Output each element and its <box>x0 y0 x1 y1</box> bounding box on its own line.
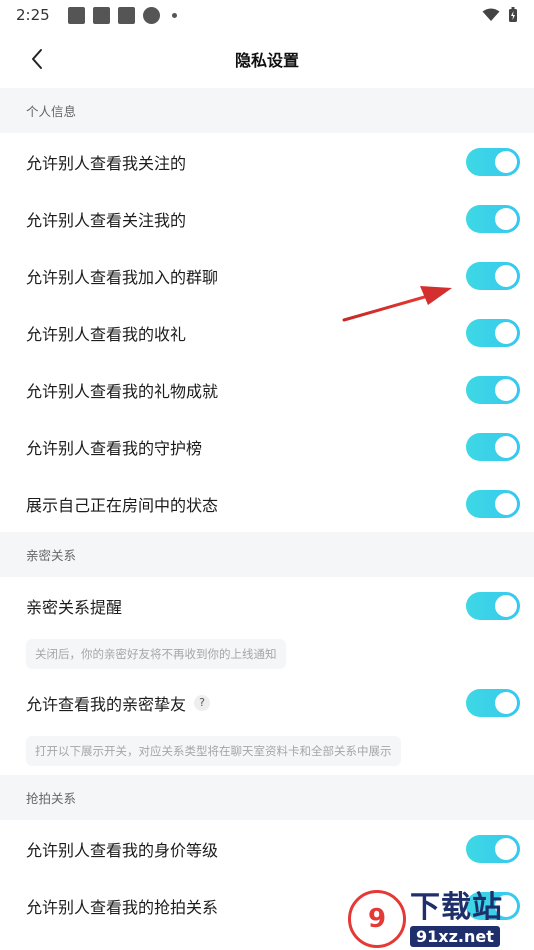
setting-label: 展示自己正在房间中的状态 <box>26 495 219 515</box>
watermark-logo-icon: 9 <box>348 890 406 948</box>
toggle-switch[interactable] <box>466 204 520 233</box>
setting-label: 允许别人查看我的收礼 <box>26 324 187 344</box>
toggle-switch[interactable] <box>466 834 520 863</box>
toggle-knob <box>495 691 517 714</box>
toggle-knob <box>495 837 517 860</box>
setting-label: 允许别人查看我的身价等级 <box>26 840 219 860</box>
toggle-switch[interactable] <box>466 489 520 518</box>
help-icon[interactable]: ? <box>194 694 211 711</box>
setting-label: 允许别人查看我的抢拍关系 <box>26 897 219 917</box>
more-notifications-icon <box>171 12 177 18</box>
setting-row: 允许别人查看我关注的 <box>0 133 534 190</box>
chevron-left-icon <box>32 49 42 69</box>
setting-row: 展示自己正在房间中的状态 <box>0 475 534 532</box>
setting-row: 允许别人查看我的身价等级 <box>0 820 534 877</box>
toggle-switch[interactable] <box>466 147 520 176</box>
setting-row: 亲密关系提醒 <box>0 577 534 634</box>
setting-row: 允许别人查看关注我的 <box>0 190 534 247</box>
section-header-grab: 抢拍关系 <box>0 775 534 820</box>
notification-icon <box>92 6 110 24</box>
toggle-knob <box>495 435 517 458</box>
wifi-icon <box>482 8 500 21</box>
setting-label: 允许别人查看我的礼物成就 <box>26 381 219 401</box>
toggle-knob <box>495 207 517 230</box>
toggle-knob <box>495 264 517 287</box>
setting-label: 允许查看我的亲密挚友 <box>26 694 187 714</box>
status-bar: 2:25 <box>0 0 534 30</box>
toggle-switch[interactable] <box>466 318 520 347</box>
toggle-switch[interactable] <box>466 432 520 461</box>
section-header-intimate: 亲密关系 <box>0 532 534 577</box>
watermark-url: 91xz.net <box>410 925 500 947</box>
toggle-switch[interactable] <box>466 591 520 620</box>
setting-label: 亲密关系提醒 <box>26 597 123 617</box>
setting-row: 允许查看我的亲密挚友 ? <box>0 674 534 731</box>
toggle-switch[interactable] <box>466 688 520 717</box>
setting-label: 允许别人查看我关注的 <box>26 153 187 173</box>
setting-row: 允许别人查看我的礼物成就 <box>0 361 534 418</box>
back-button[interactable] <box>22 44 52 74</box>
notification-icon <box>117 6 135 24</box>
hint-wrapper: 打开以下展示开关，对应关系类型将在聊天室资料卡和全部关系中展示 <box>0 731 534 771</box>
watermark: 9 下载站 91xz.net <box>348 888 528 950</box>
status-time: 2:25 <box>16 6 50 24</box>
page-title: 隐私设置 <box>234 51 299 70</box>
watermark-title: 下载站 <box>410 889 503 925</box>
toggle-knob <box>495 378 517 401</box>
toggle-knob <box>495 150 517 173</box>
setting-row: 允许别人查看我加入的群聊 <box>0 247 534 304</box>
battery-icon <box>509 7 517 22</box>
toggle-knob <box>495 321 517 344</box>
view-hint: 打开以下展示开关，对应关系类型将在聊天室资料卡和全部关系中展示 <box>26 736 401 766</box>
setting-row: 允许别人查看我的收礼 <box>0 304 534 361</box>
setting-row: 允许别人查看我的守护榜 <box>0 418 534 475</box>
setting-label-with-help: 允许查看我的亲密挚友 ? <box>26 691 211 715</box>
nav-bar: 隐私设置 <box>0 30 534 88</box>
remind-hint: 关闭后，你的亲密好友将不再收到你的上线通知 <box>26 639 286 669</box>
setting-label: 允许别人查看关注我的 <box>26 210 187 230</box>
toggle-switch[interactable] <box>466 261 520 290</box>
toggle-switch[interactable] <box>466 375 520 404</box>
app-icon <box>142 6 160 24</box>
hint-wrapper: 关闭后，你的亲密好友将不再收到你的上线通知 <box>0 634 534 674</box>
notification-icon <box>67 6 85 24</box>
setting-label: 允许别人查看我的守护榜 <box>26 438 203 458</box>
setting-label: 允许别人查看我加入的群聊 <box>26 267 219 287</box>
toggle-knob <box>495 594 517 617</box>
toggle-knob <box>495 492 517 515</box>
section-header-personal: 个人信息 <box>0 88 534 133</box>
